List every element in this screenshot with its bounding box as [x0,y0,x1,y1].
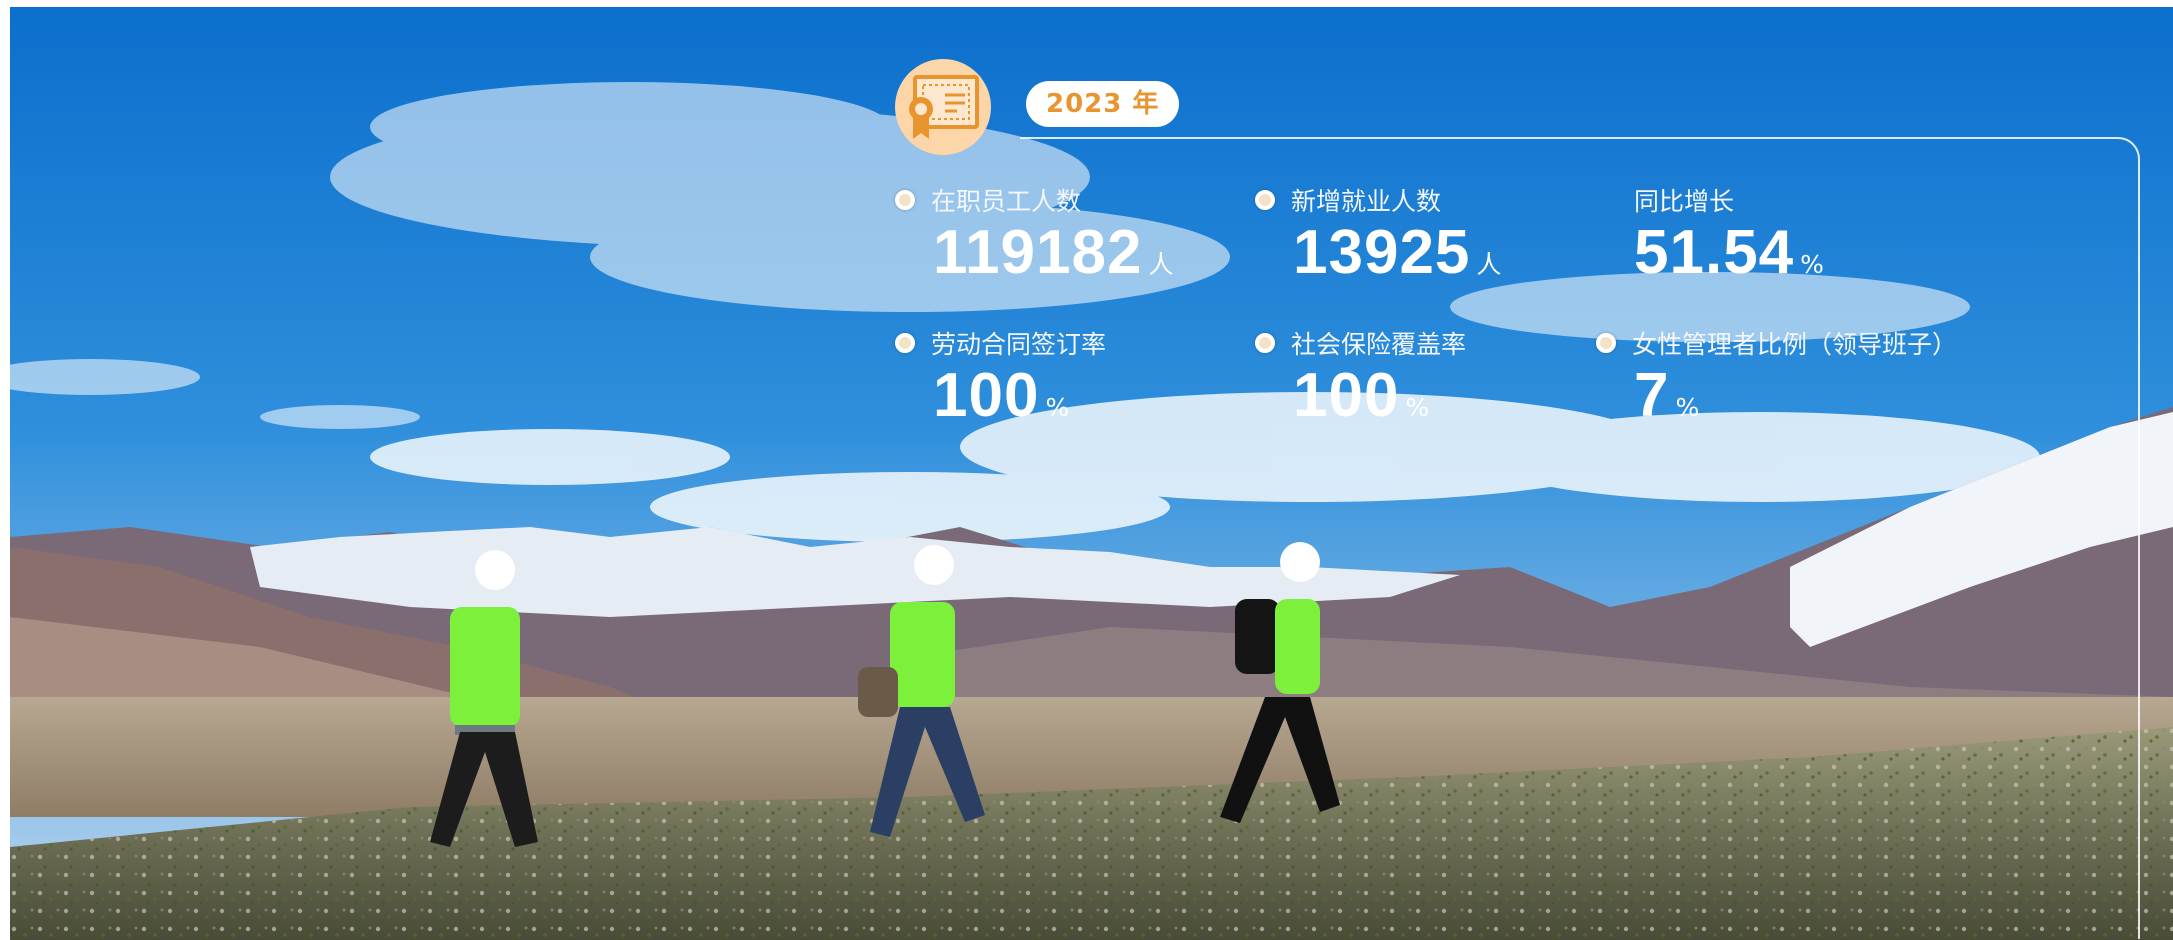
stat-value: 13925 [1293,218,1471,287]
stat-label: 劳动合同签订率 [931,330,1107,359]
stat-yoy-growth: 同比增长 51.54% [1634,182,1824,286]
year-badge: 2023 年 [1026,81,1180,127]
stat-labor-contract-rate: 劳动合同签订率 100% [895,325,1106,429]
stat-label: 新增就业人数 [1291,187,1442,216]
stat-new-jobs: 新增就业人数 13925 人 [1255,182,1501,286]
stat-value: 119182 [933,218,1143,287]
hero-banner [10,7,2173,940]
stat-value: 7 [1634,361,1670,430]
stat-unit: 人 [1148,250,1174,279]
stat-label: 社会保险覆盖率 [1291,330,1467,359]
certificate-icon [895,59,991,155]
stat-unit: % [1800,250,1824,279]
bullet-dot-icon [1596,333,1616,353]
bullet-dot-icon [895,333,915,353]
stat-value: 100 [933,361,1040,430]
stat-employees: 在职员工人数 119182 人 [895,182,1173,286]
bullet-dot-icon [1255,190,1275,210]
stat-female-managers: 女性管理者比例（领导班子） 7% [1596,325,1957,429]
stat-unit: % [1675,393,1700,422]
stat-label: 在职员工人数 [931,187,1082,216]
stat-label: 同比增长 [1634,187,1735,216]
stat-unit: 人 [1476,250,1502,279]
bullet-dot-icon [895,190,915,210]
stat-social-insurance-rate: 社会保险覆盖率 100% [1255,325,1466,429]
bullet-dot-icon [1255,333,1275,353]
stat-value: 100 [1293,361,1400,430]
stat-unit: % [1045,393,1070,422]
stat-value: 51.54 [1634,218,1795,287]
stat-unit: % [1405,393,1430,422]
background-photo [10,7,2173,940]
stat-label: 女性管理者比例（领导班子） [1632,330,1958,359]
